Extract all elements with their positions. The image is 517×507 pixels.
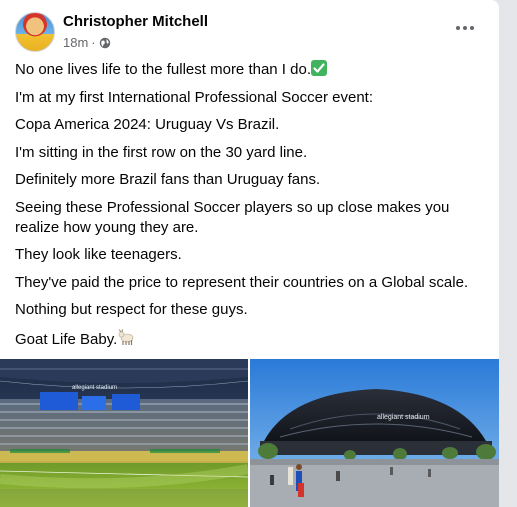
stadium-exterior-photo[interactable]: allegiant stadium: [250, 359, 499, 507]
author-name[interactable]: Christopher Mitchell: [63, 13, 208, 30]
post-paragraph: Definitely more Brazil fans than Uruguay…: [15, 171, 321, 188]
post-paragraph: No one lives life to the fullest more th…: [15, 60, 485, 80]
post-paragraph: I'm at my first International Profession…: [15, 88, 374, 106]
more-horizontal-icon: [456, 26, 460, 30]
post-paragraph: They look like teenagers.: [15, 246, 182, 263]
check-mark-icon: [311, 60, 327, 76]
post-card: Christopher Mitchell 18m · No one lives …: [0, 0, 499, 507]
post-paragraph: Seeing these Professional Soccer players…: [15, 198, 450, 236]
goat-icon: [118, 328, 134, 345]
stadium-interior-image: allegiant stadium: [0, 359, 248, 507]
post-text: No one lives life to the fullest more th…: [15, 60, 485, 357]
paragraph-text: Goat Life Baby.: [15, 330, 118, 348]
photo-sign-text: allegiant stadium: [72, 385, 117, 391]
post-paragraph: Copa America 2024: Uruguay Vs Brazil.: [15, 116, 280, 133]
post-meta: 18m ·: [63, 35, 111, 50]
post-paragraph: They've paid the price to represent thei…: [15, 273, 469, 291]
globe-icon[interactable]: [99, 37, 111, 49]
more-dot: [463, 26, 467, 30]
more-options-button[interactable]: [455, 18, 475, 38]
more-dot: [470, 26, 474, 30]
post-paragraph: Goat Life Baby.: [15, 328, 485, 350]
author-avatar[interactable]: [15, 12, 55, 52]
post-photos: allegiant stadium allegiant stadium: [0, 359, 499, 507]
meta-separator: ·: [91, 35, 96, 50]
post-paragraph: Nothing but respect for these guys.: [15, 301, 248, 318]
stadium-exterior-image: allegiant stadium: [250, 359, 499, 507]
post-header: Christopher Mitchell 18m ·: [15, 12, 485, 52]
post-paragraph: I'm sitting in the first row on the 30 y…: [15, 143, 308, 161]
paragraph-text: No one lives life to the fullest more th…: [15, 61, 311, 78]
post-time[interactable]: 18m: [63, 35, 88, 50]
photo-sign-text: allegiant stadium: [377, 414, 430, 421]
stadium-interior-photo[interactable]: allegiant stadium: [0, 359, 248, 507]
